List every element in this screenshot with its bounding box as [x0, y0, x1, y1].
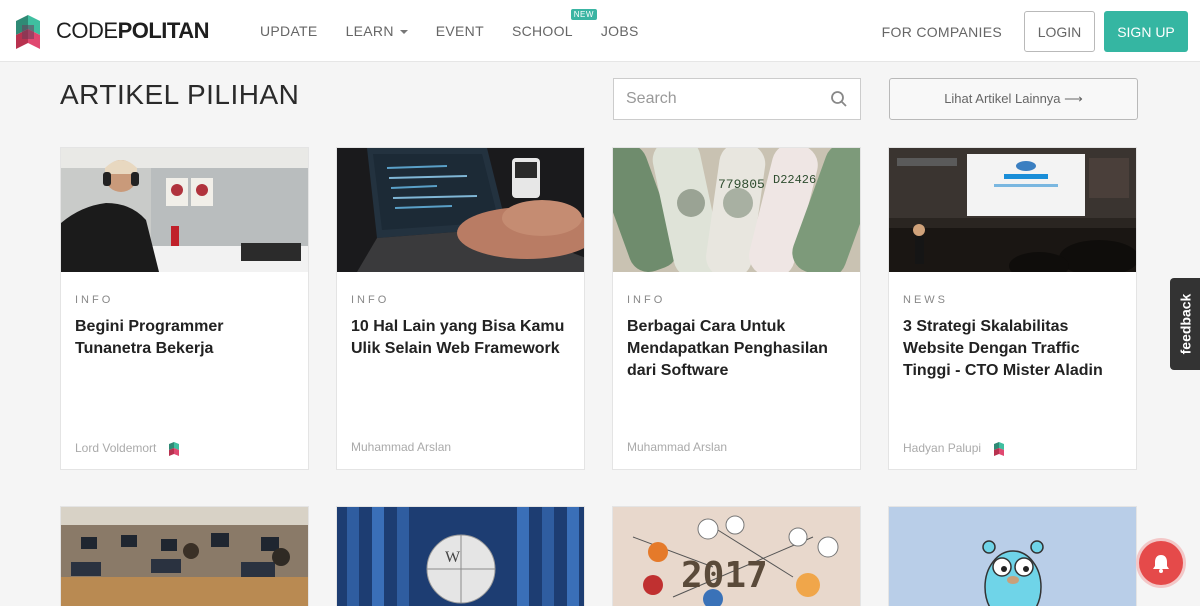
author-name[interactable]: Hadyan Palupi [903, 441, 981, 455]
codepolitan-badge-icon [169, 442, 180, 456]
article-author: Muhammad Arslan [627, 440, 727, 454]
search-icon[interactable] [830, 90, 848, 108]
svg-text:W: W [445, 549, 461, 566]
signup-button[interactable]: SIGN UP [1104, 11, 1188, 52]
article-author: Hadyan Palupi [903, 440, 1007, 456]
article-card[interactable] [60, 506, 309, 606]
new-badge: NEW [570, 9, 597, 20]
article-thumbnail[interactable]: W [337, 507, 584, 606]
article-author: Lord Voldemort [75, 440, 182, 456]
search-placeholder: Search [626, 90, 677, 107]
article-category: INFO [75, 294, 114, 306]
article-category: NEWS [903, 294, 948, 306]
notification-bell-button[interactable] [1139, 541, 1183, 585]
article-category: INFO [627, 294, 666, 306]
article-card[interactable] [888, 506, 1137, 606]
article-thumbnail[interactable] [889, 148, 1136, 272]
author-name[interactable]: Lord Voldemort [75, 441, 156, 455]
article-card[interactable]: INFO Begini Programmer Tunanetra Bekerja… [60, 147, 309, 470]
section-title: ARTIKEL PILIHAN [60, 79, 300, 110]
article-card[interactable]: INFO 10 Hal Lain yang Bisa Kamu Ulik Sel… [336, 147, 585, 470]
top-navbar: CODEPOLITAN UPDATE LEARN EVENT SCHOOL NEW… [0, 0, 1200, 62]
codepolitan-logo-icon [16, 15, 40, 49]
article-card[interactable]: NEWS 3 Strategi Skalabilitas Website Den… [888, 147, 1137, 470]
article-thumbnail[interactable] [61, 148, 308, 272]
article-title[interactable]: Begini Programmer Tunanetra Bekerja [75, 316, 297, 360]
nav-item-learn[interactable]: LEARN [346, 23, 408, 39]
feedback-tab[interactable]: feedback [1170, 278, 1200, 370]
article-title[interactable]: 3 Strategi Skalabilitas Website Dengan T… [903, 316, 1125, 382]
article-thumbnail[interactable] [337, 148, 584, 272]
nav-item-jobs[interactable]: JOBS [601, 23, 639, 39]
search-input[interactable]: Search [613, 78, 861, 120]
author-name[interactable]: Muhammad Arslan [627, 440, 727, 454]
for-companies-link[interactable]: FOR COMPANIES [882, 24, 1002, 40]
article-card[interactable]: 779805 D22426 INFO Berbagai Cara Untuk M… [612, 147, 861, 470]
article-thumbnail[interactable] [61, 507, 308, 606]
author-name[interactable]: Muhammad Arslan [351, 440, 451, 454]
article-title[interactable]: Berbagai Cara Untuk Mendapatkan Penghasi… [627, 316, 849, 382]
article-thumbnail[interactable]: 2017 [613, 507, 860, 606]
nav-item-update[interactable]: UPDATE [260, 23, 318, 39]
see-more-articles-button[interactable]: Lihat Artikel Lainnya ⟶ [889, 78, 1138, 120]
article-category: INFO [351, 294, 390, 306]
bell-icon [1153, 555, 1169, 573]
nav-item-school[interactable]: SCHOOL NEW [512, 9, 597, 39]
brand-logo[interactable]: CODEPOLITAN [8, 11, 209, 51]
chevron-down-icon [399, 30, 408, 34]
codepolitan-badge-icon [994, 442, 1005, 456]
nav-item-event[interactable]: EVENT [436, 23, 484, 39]
svg-text:779805: 779805 [718, 177, 765, 192]
main-nav: UPDATE LEARN EVENT SCHOOL NEW JOBS [260, 0, 667, 62]
svg-text:2017: 2017 [681, 555, 768, 596]
article-title[interactable]: 10 Hal Lain yang Bisa Kamu Ulik Selain W… [351, 316, 573, 360]
nav-actions: FOR COMPANIES LOGIN SIGN UP [882, 11, 1188, 52]
article-thumbnail[interactable] [889, 507, 1136, 606]
article-author: Muhammad Arslan [351, 440, 451, 454]
svg-text:D22426: D22426 [773, 173, 816, 187]
brand-name: CODEPOLITAN [56, 18, 209, 43]
login-button[interactable]: LOGIN [1024, 11, 1095, 52]
article-card[interactable]: W [336, 506, 585, 606]
article-card[interactable]: 2017 [612, 506, 861, 606]
feedback-label: feedback [1177, 293, 1194, 355]
article-thumbnail[interactable]: 779805 D22426 [613, 148, 860, 272]
